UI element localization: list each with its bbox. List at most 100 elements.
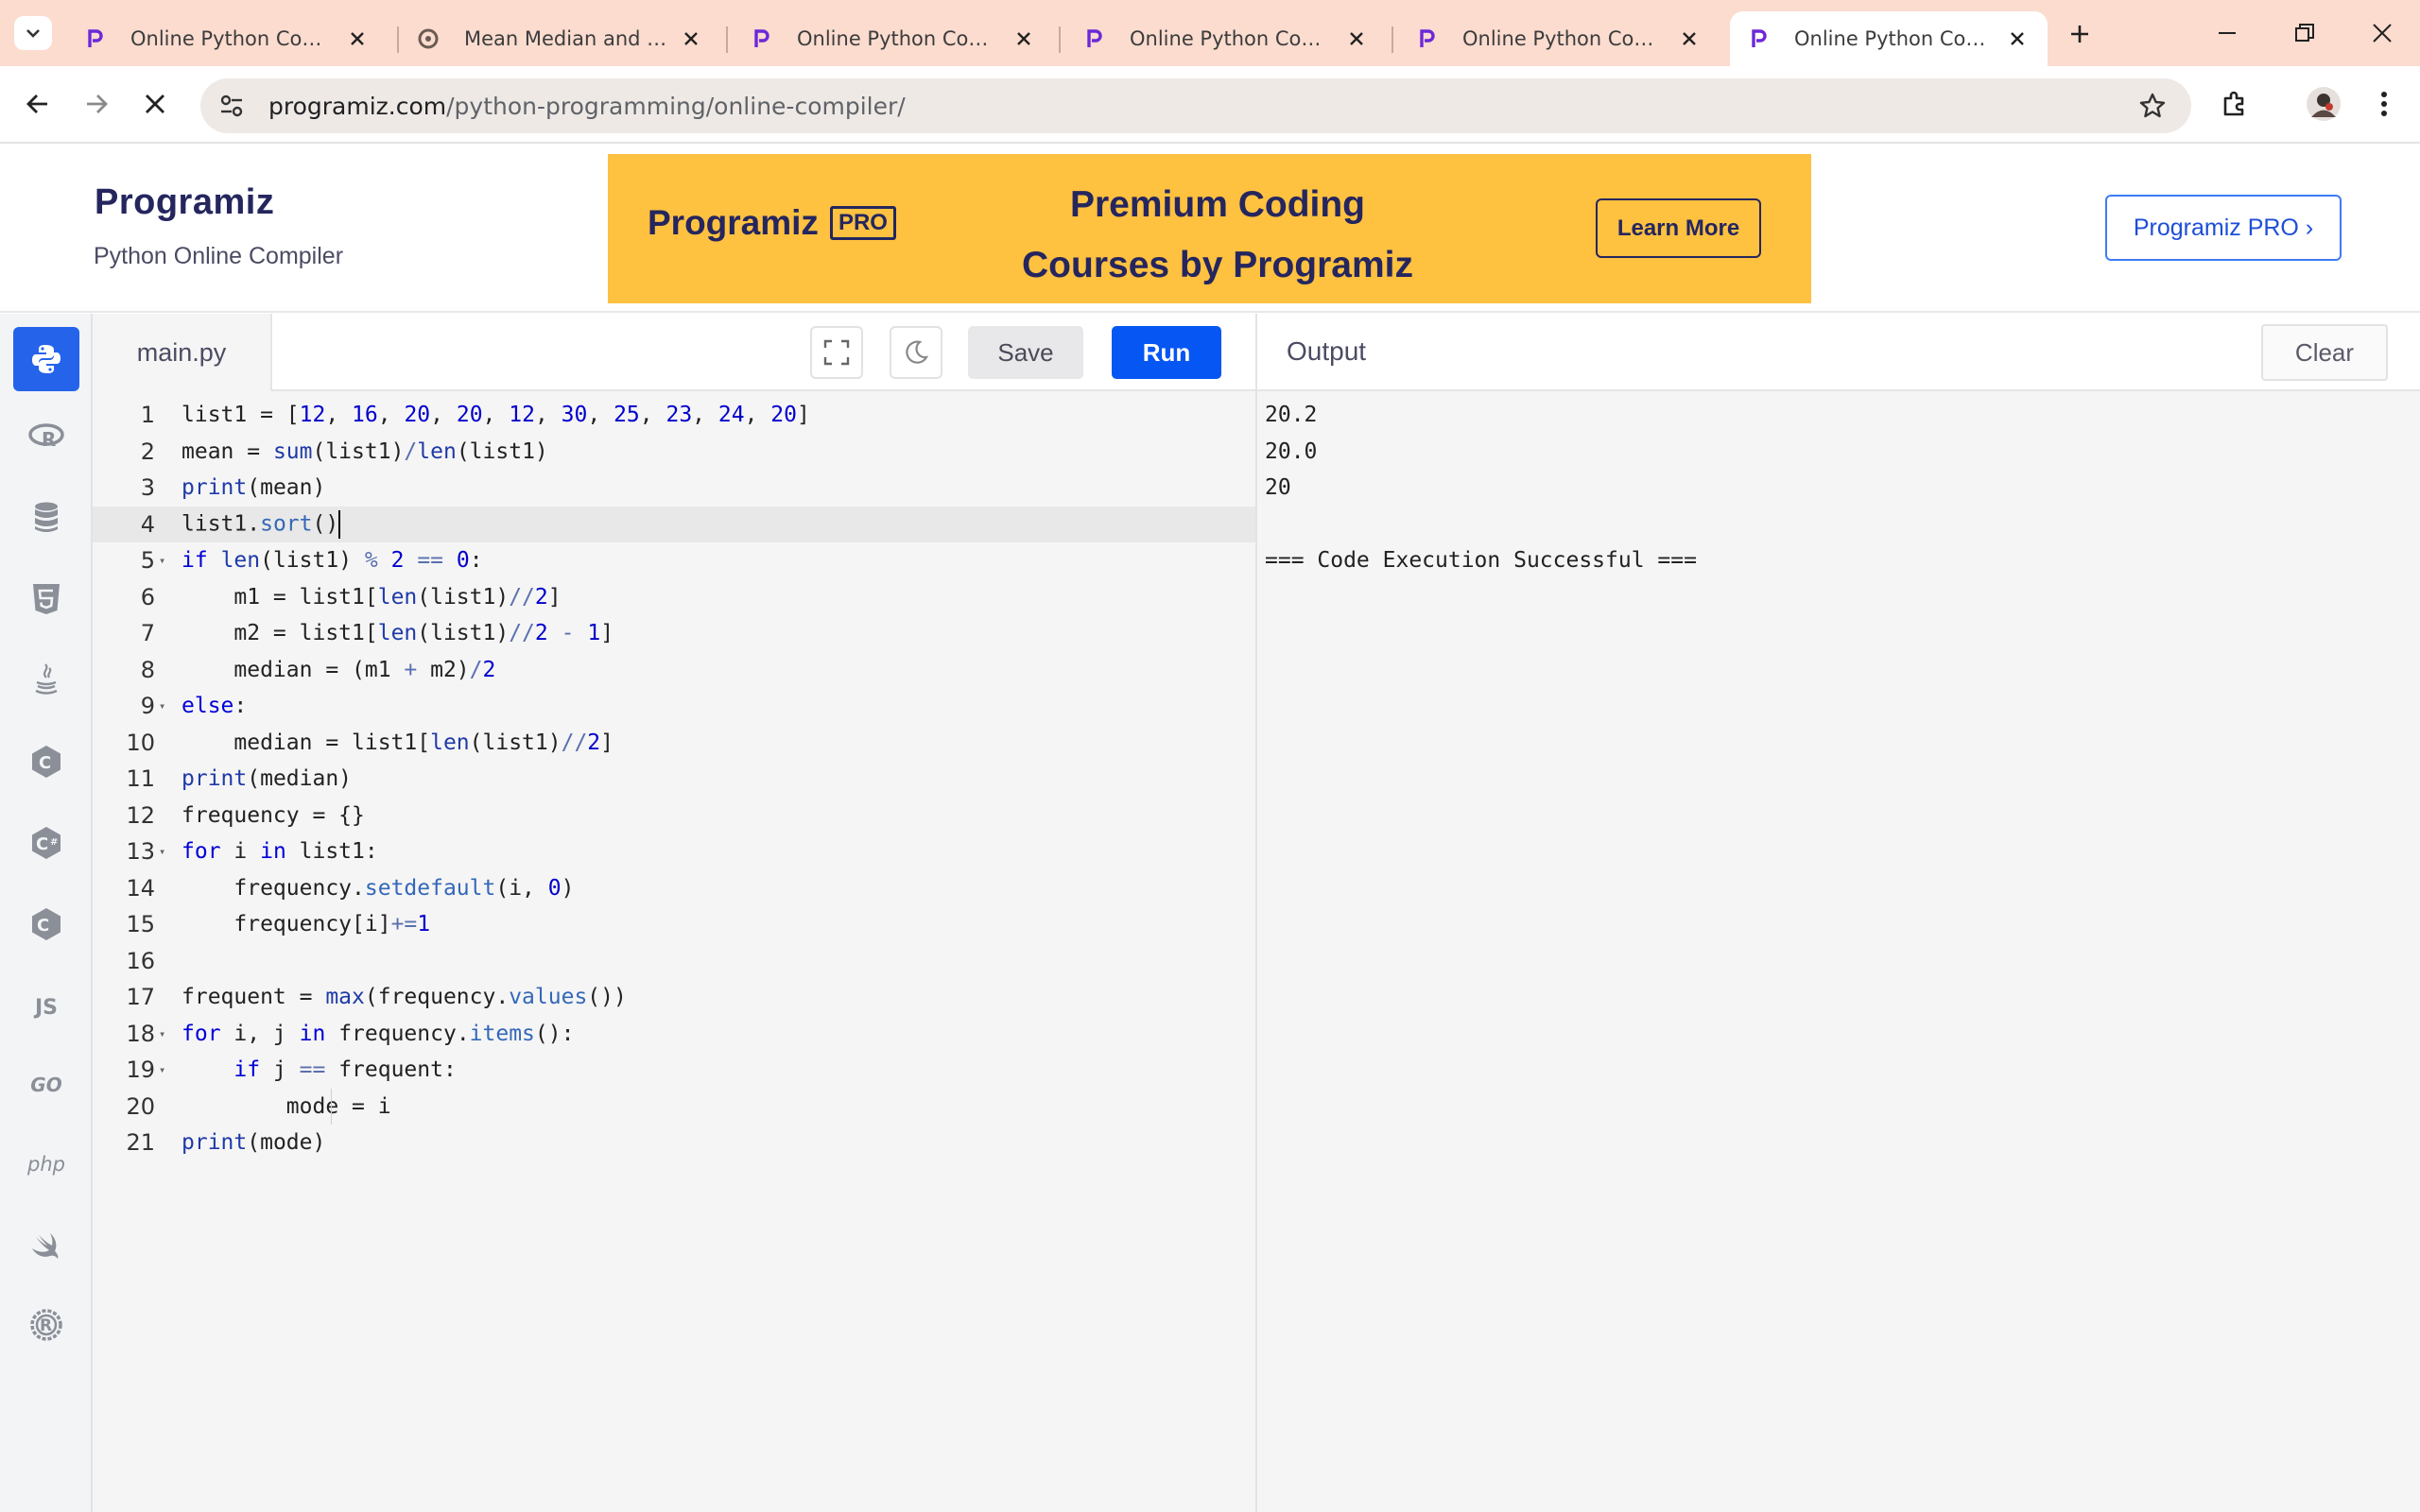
close-icon[interactable]: [678, 26, 704, 52]
close-icon[interactable]: [1343, 26, 1370, 52]
profile-avatar[interactable]: [2303, 83, 2344, 125]
lang-cpp-button[interactable]: C: [13, 892, 79, 956]
browser-tab-6-active[interactable]: Online Python Compiler: [1730, 11, 2048, 66]
fold-toggle-icon[interactable]: ▾: [159, 845, 170, 858]
code-line[interactable]: 2 mean = sum(list1)/len(list1): [93, 434, 1255, 471]
minimize-button[interactable]: [2199, 13, 2256, 53]
dark-mode-toggle[interactable]: [890, 326, 942, 379]
code-line[interactable]: 10 median = list1[len(list1)//2]: [93, 725, 1255, 762]
lang-rust-button[interactable]: R: [13, 1293, 79, 1357]
text-cursor: [338, 509, 341, 539]
code-line[interactable]: 6 m1 = list1[len(list1)//2]: [93, 579, 1255, 616]
code-editor[interactable]: 1 list1 = [12, 16, 20, 20, 12, 30, 25, 23…: [93, 391, 1255, 1512]
code-line[interactable]: 13 ▾ for i in list1:: [93, 833, 1255, 870]
line-number: 11: [126, 765, 155, 793]
back-button[interactable]: [17, 83, 59, 125]
code-line[interactable]: 11 print(median): [93, 761, 1255, 798]
close-icon[interactable]: [2004, 26, 2031, 52]
code-line[interactable]: 15 frequency[i]+=1: [93, 906, 1255, 943]
address-bar[interactable]: programiz.com/python-programming/online-…: [200, 78, 2191, 133]
lang-go-button[interactable]: GO: [13, 1053, 79, 1117]
browser-tab-1[interactable]: Online Python Compiler: [66, 11, 388, 66]
lang-php-button[interactable]: php: [13, 1132, 79, 1196]
code-line[interactable]: 8 median = (m1 + m2)/2: [93, 652, 1255, 689]
lang-python-button[interactable]: [13, 327, 79, 391]
code-line[interactable]: 20 mode = i: [93, 1088, 1255, 1125]
programiz-logo[interactable]: Programiz: [95, 182, 274, 223]
save-button[interactable]: Save: [968, 326, 1083, 379]
file-tab-main-py[interactable]: main.py: [93, 314, 272, 391]
code-line[interactable]: 1 list1 = [12, 16, 20, 20, 12, 30, 25, 23…: [93, 397, 1255, 434]
close-window-button[interactable]: [2354, 13, 2411, 53]
programiz-pro-button[interactable]: Programiz PRO ›: [2105, 195, 2342, 261]
clear-button[interactable]: Clear: [2261, 324, 2388, 381]
code-line[interactable]: 17 frequent = max(frequency.values()): [93, 979, 1255, 1016]
tab-search-button[interactable]: [14, 16, 52, 50]
browser-menu-button[interactable]: [2363, 83, 2405, 125]
forward-button[interactable]: [76, 83, 117, 125]
close-icon[interactable]: [344, 26, 371, 52]
restore-button[interactable]: [2276, 13, 2333, 53]
code-line[interactable]: 9 ▾ else:: [93, 688, 1255, 725]
code-line[interactable]: 14 frequency.setdefault(i, 0): [93, 870, 1255, 907]
learn-more-button[interactable]: Learn More: [1596, 198, 1761, 258]
close-icon[interactable]: [1011, 26, 1037, 52]
more-vertical-icon: [2381, 92, 2387, 116]
ad-banner[interactable]: Programiz PRO Premium Coding Courses by …: [608, 154, 1811, 303]
ad-logo: Programiz PRO: [648, 203, 896, 243]
tab-title: Online Python Compiler: [1462, 27, 1667, 50]
output-console[interactable]: 20.2 20.0 20 === Code Execution Successful …: [1265, 397, 1697, 579]
fold-toggle-icon[interactable]: ▾: [159, 699, 170, 713]
code-text: for i, j in frequency.items():: [182, 1021, 575, 1046]
browser-tab-5[interactable]: Online Python Compiler: [1398, 11, 1720, 66]
code-line[interactable]: 5 ▾ if len(list1) % 2 == 0:: [93, 542, 1255, 579]
code-line[interactable]: 21 print(mode): [93, 1125, 1255, 1161]
browser-tab-2[interactable]: Mean Median and Mode: [400, 11, 721, 66]
fold-toggle-icon[interactable]: ▾: [159, 554, 170, 567]
lang-swift-button[interactable]: [13, 1213, 79, 1278]
lang-java-button[interactable]: [13, 648, 79, 713]
browser-tab-3[interactable]: Online Python Compiler: [733, 11, 1054, 66]
output-pane: Output Clear 20.2 20.0 20 === Code Executio…: [1255, 314, 2420, 1512]
code-line[interactable]: 3 print(mean): [93, 470, 1255, 507]
lang-js-button[interactable]: JS: [13, 975, 79, 1040]
new-tab-button[interactable]: [2059, 15, 2100, 53]
lang-r-button[interactable]: R: [13, 404, 79, 469]
fold-toggle-icon[interactable]: ▾: [159, 1063, 170, 1076]
code-line[interactable]: 7 m2 = list1[len(list1)//2 - 1]: [93, 615, 1255, 652]
code-text: frequency = {}: [182, 802, 365, 828]
browser-tab-4[interactable]: Online Python Compiler: [1065, 11, 1387, 66]
code-text: frequent = max(frequency.values()): [182, 985, 627, 1010]
code-text: mode = i: [182, 1093, 391, 1119]
code-text: print(mode): [182, 1130, 326, 1156]
cpp-icon: C: [32, 908, 60, 940]
url-text[interactable]: programiz.com/python-programming/online-…: [268, 93, 906, 120]
code-text: frequency[i]+=1: [182, 912, 431, 937]
code-line[interactable]: 12 frequency = {}: [93, 798, 1255, 834]
code-line[interactable]: 16: [93, 943, 1255, 980]
lang-csharp-button[interactable]: C #: [13, 811, 79, 875]
page-subtitle: Python Online Compiler: [94, 243, 344, 269]
code-line[interactable]: 18 ▾ for i, j in frequency.items():: [93, 1016, 1255, 1053]
restore-icon: [2295, 24, 2314, 42]
close-icon[interactable]: [1676, 26, 1703, 52]
lang-html-button[interactable]: [13, 567, 79, 631]
line-number: 20: [126, 1092, 155, 1120]
code-line[interactable]: 4 list1.sort(): [93, 506, 1255, 542]
stop-loading-button[interactable]: [134, 83, 176, 125]
code-line[interactable]: 19 ▾ if j == frequent:: [93, 1052, 1255, 1089]
lang-c-button[interactable]: C: [13, 730, 79, 794]
site-header: Programiz Python Online Compiler Program…: [0, 145, 2420, 313]
run-button[interactable]: Run: [1112, 326, 1221, 379]
site-info-button[interactable]: [208, 82, 255, 129]
extensions-button[interactable]: [2214, 83, 2256, 125]
fold-toggle-icon[interactable]: ▾: [159, 1027, 170, 1040]
python-icon: [32, 345, 60, 373]
lang-sql-button[interactable]: [13, 486, 79, 550]
line-number: 14: [126, 874, 155, 902]
tab-title: Online Python Compiler: [130, 27, 335, 50]
svg-text:R: R: [42, 428, 56, 451]
bookmark-button[interactable]: [2136, 90, 2169, 122]
fullscreen-button[interactable]: [810, 326, 863, 379]
